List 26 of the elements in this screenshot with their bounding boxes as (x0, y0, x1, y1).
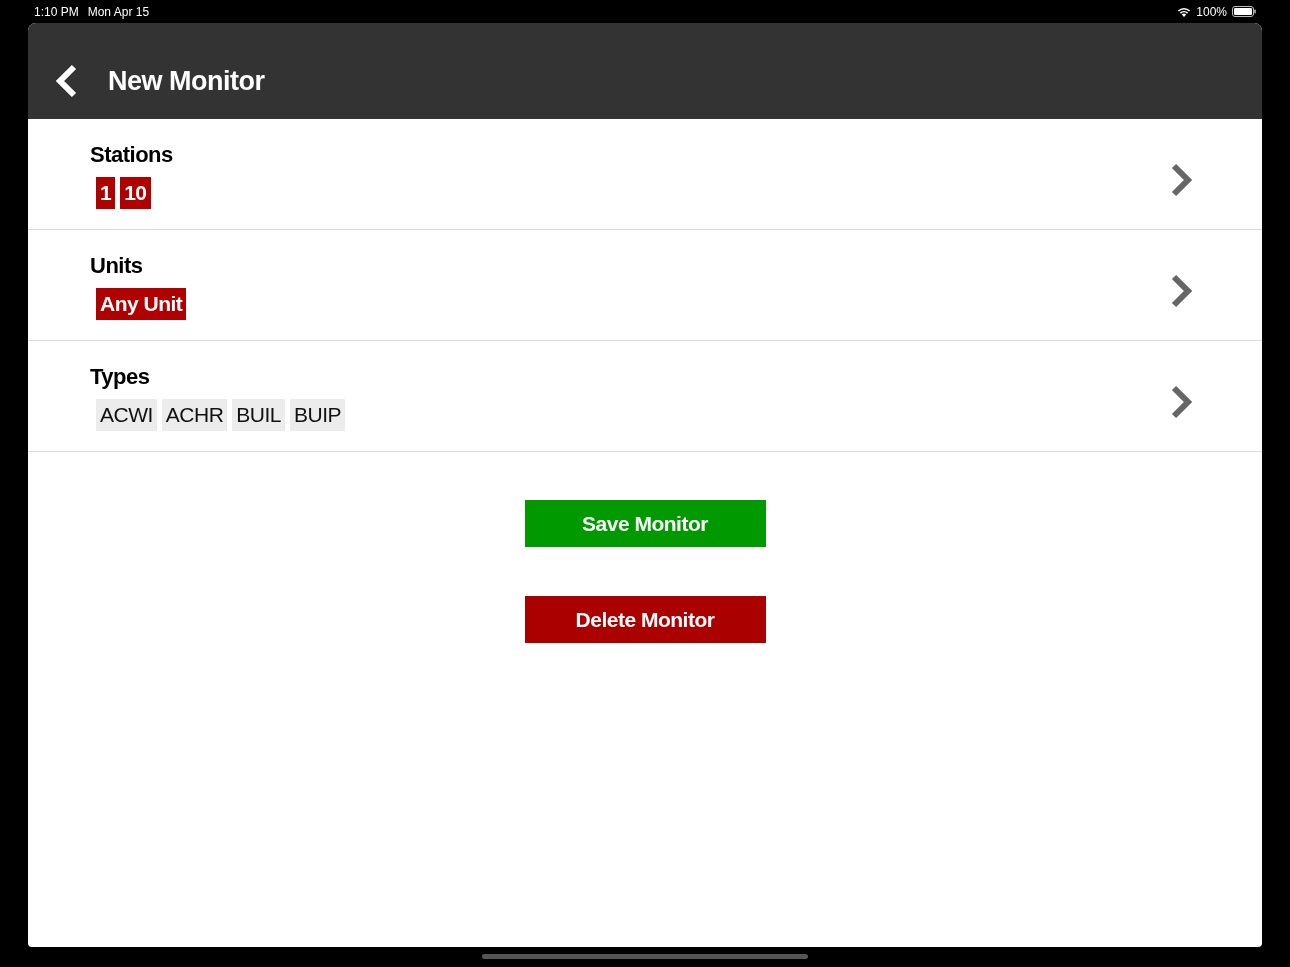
save-button[interactable]: Save Monitor (524, 500, 766, 547)
tag: 1 (96, 177, 116, 209)
status-time: 1:10 PM (34, 4, 79, 19)
filter-row[interactable]: Stations 1 10 (28, 119, 1262, 230)
tag: BUIL (232, 399, 286, 431)
status-date: Mon Apr 15 (87, 4, 150, 19)
tag: ACHR (161, 399, 228, 431)
back-button[interactable] (54, 63, 78, 98)
filter-row[interactable]: Types ACWI ACHR BUIL BUIP (28, 341, 1262, 452)
row-label: Units (90, 252, 143, 280)
tag: BUIP (290, 399, 346, 431)
battery-icon (1232, 6, 1256, 17)
tag: 10 (120, 177, 151, 209)
back-chevron-icon (54, 63, 78, 98)
delete-button[interactable]: Delete Monitor (524, 596, 766, 643)
chevron-right-icon (1170, 385, 1194, 419)
row-label: Types (90, 363, 150, 391)
wifi-icon (1177, 6, 1192, 17)
row-label: Stations (90, 141, 173, 169)
chevron-right-icon (1170, 274, 1194, 308)
tag: ACWI (96, 399, 157, 431)
filter-row[interactable]: Units Any Unit (28, 230, 1262, 341)
chevron-right-icon (1170, 163, 1194, 197)
tag: Any Unit (96, 288, 187, 320)
page-title: New Monitor (108, 64, 265, 98)
battery-percent: 100% (1196, 4, 1227, 19)
